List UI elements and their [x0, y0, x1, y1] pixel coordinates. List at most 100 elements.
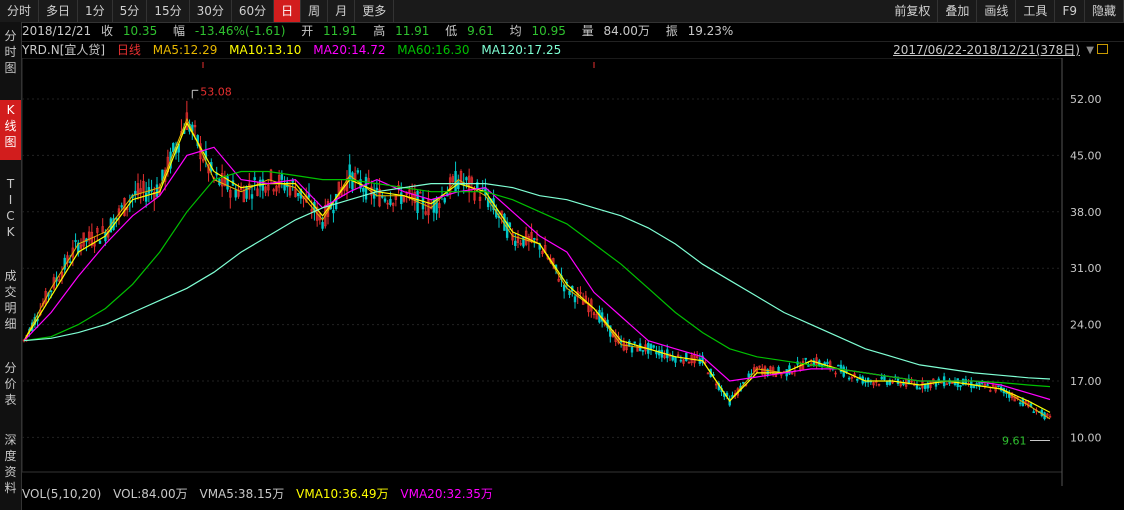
period-tab-3[interactable]: 5分 [113, 0, 148, 22]
period-tab-9[interactable]: 月 [328, 0, 356, 22]
candle-body [74, 240, 77, 242]
sidebar-item-3[interactable]: 成交明细 [0, 266, 21, 344]
period-tab-10[interactable]: 更多 [355, 0, 395, 22]
y-tick-label-1: 45.00 [1070, 149, 1102, 162]
vol-indicator[interactable]: VOL(5,10,20) [22, 487, 101, 501]
ma20-label: MA20:14.72 [313, 43, 386, 57]
candle-body [226, 176, 229, 190]
tool-button-1[interactable]: 叠加 [938, 0, 978, 22]
candle-body [250, 194, 254, 199]
candle-body [1032, 411, 1035, 414]
tool-button-3[interactable]: 工具 [1016, 0, 1056, 22]
candle-body [975, 383, 978, 386]
y-tick-label-5: 17.00 [1070, 375, 1102, 388]
candle-body [698, 358, 702, 364]
low-value: 9.61 [467, 24, 494, 38]
candle-body [283, 184, 286, 191]
candle-body [296, 192, 300, 197]
candle-body [777, 366, 780, 373]
open-value: 11.91 [323, 24, 358, 38]
sidebar-item-4[interactable]: 分价表 [0, 358, 21, 418]
candle-body [674, 356, 677, 363]
candle-body [522, 236, 525, 247]
y-tick-label-2: 38.00 [1070, 206, 1102, 219]
sidebar-item-0[interactable]: 分时图 [0, 26, 21, 86]
period-label: 日线 [116, 43, 141, 57]
period-tab-6[interactable]: 60分 [232, 0, 275, 22]
candle-body [234, 189, 237, 198]
candle-body [866, 377, 870, 383]
tool-button-2[interactable]: 画线 [977, 0, 1017, 22]
period-tab-1[interactable]: 多日 [39, 0, 79, 22]
period-tab-4[interactable]: 15分 [147, 0, 190, 22]
candle-body [997, 385, 1000, 388]
vma20-value: VMA20:32.35万 [400, 487, 493, 501]
candle-body [633, 341, 636, 344]
y-tick-label-6: 10.00 [1070, 431, 1102, 444]
open-label: 开 [301, 24, 314, 38]
sidebar-item-5[interactable]: 深度资料 [0, 430, 21, 508]
quote-bar: 2018/12/21 收 10.35 幅 -13.46%(-1.61) 开 11… [22, 22, 1124, 42]
symbol: YRD.N [22, 43, 60, 57]
candle-body [826, 361, 829, 364]
amplitude-label: 振 [665, 24, 678, 38]
candle-body [679, 359, 683, 362]
candle-body [120, 205, 123, 208]
change-label: 幅 [173, 24, 186, 38]
candle-body [883, 376, 886, 380]
candle-body [245, 186, 248, 199]
candle-body [457, 181, 460, 189]
plot-frame [22, 58, 1063, 473]
lock-icon[interactable] [1097, 44, 1108, 54]
candle-body [1018, 402, 1022, 405]
ma5-label: MA5:12.29 [152, 43, 218, 57]
change-value: -13.46%(-1.61) [194, 24, 286, 38]
candle-body [959, 385, 962, 388]
candle-body [356, 170, 360, 173]
avg-label: 均 [509, 24, 522, 38]
candle-body [172, 143, 175, 152]
vma10-value: VMA10:36.49万 [296, 487, 389, 501]
sidebar-item-1[interactable]: K线图 [0, 100, 21, 160]
candle-body [652, 345, 655, 348]
tool-button-4[interactable]: F9 [1055, 0, 1085, 22]
candle-body [630, 347, 634, 353]
series-line-ma120 [23, 182, 1051, 380]
candle-body [961, 378, 965, 386]
sidebar-item-2[interactable]: TICK [0, 174, 21, 252]
tool-button-5[interactable]: 隐藏 [1085, 0, 1124, 22]
candle-body [348, 164, 351, 181]
period-tab-0[interactable]: 分时 [0, 0, 40, 22]
ma-legend: YRD.N[宜人贷] 日线 MA5:12.29 MA10:13.10 MA20:… [22, 42, 569, 59]
candle-body [68, 261, 72, 263]
candle-body [389, 198, 392, 205]
series-line-ma5 [23, 117, 1051, 420]
candle-body [400, 192, 403, 204]
period-tab-5[interactable]: 30分 [190, 0, 232, 22]
high-label: 高 [373, 24, 386, 38]
dropdown-triangle-icon[interactable]: ▼ [1086, 45, 1094, 56]
y-tick-label-3: 31.00 [1070, 262, 1102, 275]
volume-value: 84.00万 [603, 24, 650, 38]
tool-button-0[interactable]: 前复权 [887, 0, 939, 22]
stock-name: [宜人贷] [59, 43, 106, 57]
candle-body [533, 238, 536, 240]
high-value: 11.91 [395, 24, 430, 38]
candle-body [562, 284, 566, 292]
period-tab-7[interactable]: 日 [274, 0, 302, 22]
candle-body [381, 196, 384, 198]
vma5-value: VMA5:38.15万 [199, 487, 285, 501]
period-tab-8[interactable]: 周 [301, 0, 329, 22]
candle-body [332, 209, 335, 214]
quote-date: 2018/12/21 [22, 24, 92, 38]
y-tick-label-0: 52.00 [1070, 93, 1102, 106]
candle-body [747, 373, 750, 378]
ma60-label: MA60:16.30 [397, 43, 470, 57]
period-tab-2[interactable]: 1分 [78, 0, 113, 22]
date-range[interactable]: 2017/06/22-2018/12/21(378日) [893, 42, 1080, 59]
amplitude-value: 19.23% [687, 24, 734, 38]
kline-chart[interactable]: 52.00 45.00 38.00 31.00 24.00 17.00 10.00 53.08… [22, 58, 1124, 486]
period-tabs: 分时 多日 1分 5分 15分 30分 60分日周月更多 [0, 0, 395, 22]
candle-body [847, 377, 851, 380]
candle-body [573, 296, 577, 303]
